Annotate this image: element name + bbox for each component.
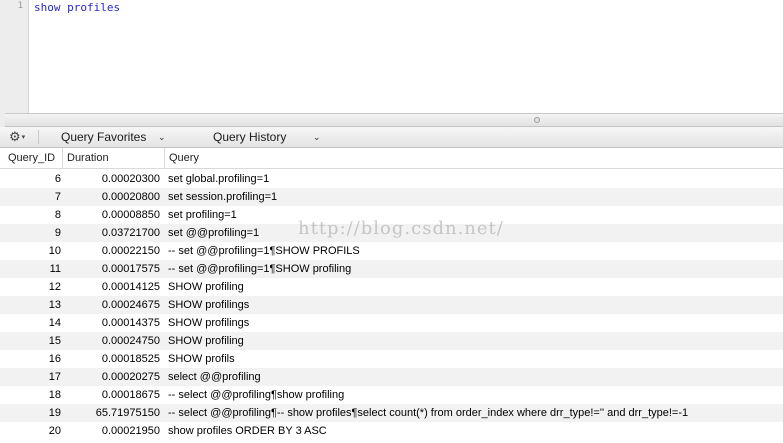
cell-query-id: 19: [48, 407, 61, 419]
cell-query-id: 18: [48, 389, 61, 401]
sql-code-line[interactable]: show profiles: [34, 1, 120, 14]
cell-duration: 0.00020800: [101, 191, 160, 203]
table-row[interactable]: 20 0.00021950 show profiles ORDER BY 3 ASC: [0, 422, 783, 440]
table-row[interactable]: 14 0.00014375 SHOW profilings: [0, 314, 783, 332]
table-row[interactable]: 11 0.00017575 -- set @@profiling=1¶SHOW pr…: [0, 260, 783, 278]
cell-duration: 0.00018525: [101, 353, 160, 365]
cell-duration: 0.00020275: [101, 371, 160, 383]
table-row[interactable]: 12 0.00014125 SHOW profiling: [0, 278, 783, 296]
line-number: 1: [17, 1, 23, 11]
query-history-button[interactable]: Query History: [213, 130, 286, 144]
cell-duration: 0.00014125: [101, 281, 160, 293]
line-number-gutter: 1: [0, 0, 29, 113]
cell-query-id: 8: [54, 209, 61, 221]
cell-query-id: 6: [54, 173, 61, 185]
gear-menu-button[interactable]: ⚙▾: [9, 129, 25, 145]
cell-query: SHOW profiling: [168, 335, 244, 347]
table-row[interactable]: 19 65.71975150 -- select @@profiling¶-- sh…: [0, 404, 783, 422]
cell-query-id: 20: [48, 425, 61, 437]
cell-query: select @@profiling: [168, 371, 261, 383]
cell-duration: 0.03721700: [101, 227, 160, 239]
cell-query: set session.profiling=1: [168, 191, 278, 203]
cell-query: SHOW profils: [168, 353, 235, 365]
cell-query: -- set @@profiling=1¶SHOW PROFILS: [168, 245, 360, 257]
gear-icon: ⚙: [9, 129, 21, 144]
table-row[interactable]: 6 0.00020300 set global.profiling=1: [0, 170, 783, 188]
column-header-query[interactable]: Query: [164, 148, 783, 168]
splitter-grip-icon[interactable]: [534, 117, 540, 123]
table-row[interactable]: 17 0.00020275 select @@profiling: [0, 368, 783, 386]
cell-query: SHOW profilings: [168, 299, 250, 311]
cell-query-id: 7: [54, 191, 61, 203]
cell-duration: 0.00024675: [101, 299, 160, 311]
table-row[interactable]: 13 0.00024675 SHOW profilings: [0, 296, 783, 314]
watermark-text: http://blog.csdn.net/: [298, 218, 504, 239]
cell-duration: 0.00018675: [101, 389, 160, 401]
sql-editor[interactable]: 1 show profiles: [0, 0, 783, 113]
cell-query: SHOW profilings: [168, 317, 250, 329]
table-row[interactable]: 18 0.00018675 -- select @@profiling¶show p…: [0, 386, 783, 404]
caret-down-icon: ▾: [21, 134, 26, 141]
cell-query-id: 11: [49, 263, 61, 275]
cell-query: show profiles ORDER BY 3 ASC: [168, 425, 327, 437]
cell-query: -- select @@profiling¶-- show profiles¶s…: [168, 407, 689, 419]
favorites-chevron-down-icon[interactable]: ⌄: [158, 130, 166, 144]
query-favorites-button[interactable]: Query Favorites: [61, 130, 146, 144]
column-header-query-id[interactable]: Query_ID: [4, 148, 62, 168]
cell-duration: 0.00008850: [101, 209, 160, 221]
table-row[interactable]: 7 0.00020800 set session.profiling=1: [0, 188, 783, 206]
cell-duration: 0.00014375: [101, 317, 160, 329]
toolbar-divider: [38, 130, 39, 144]
cell-duration: 0.00020300: [101, 173, 160, 185]
cell-query: SHOW profiling: [168, 281, 244, 293]
cell-query-id: 13: [48, 299, 61, 311]
table-row[interactable]: 10 0.00022150 -- set @@profiling=1¶SHOW PR…: [0, 242, 783, 260]
cell-query-id: 15: [48, 335, 61, 347]
table-row[interactable]: 16 0.00018525 SHOW profils: [0, 350, 783, 368]
history-chevron-down-icon[interactable]: ⌄: [313, 130, 321, 144]
cell-query-id: 12: [48, 281, 61, 293]
cell-duration: 0.00024750: [101, 335, 160, 347]
cell-query-id: 16: [48, 353, 61, 365]
results-header: Query_ID Duration Query: [0, 148, 783, 169]
cell-query-id: 14: [48, 317, 61, 329]
cell-duration: 0.00022150: [101, 245, 160, 257]
cell-duration: 0.00021950: [101, 425, 160, 437]
pane-splitter[interactable]: [5, 113, 783, 127]
cell-query-id: 10: [48, 245, 61, 257]
cell-query: set global.profiling=1: [168, 173, 270, 185]
cell-query: -- select @@profiling¶show profiling: [168, 389, 345, 401]
cell-query: -- set @@profiling=1¶SHOW profiling: [168, 263, 352, 275]
column-header-duration[interactable]: Duration: [62, 148, 164, 168]
cell-duration: 65.71975150: [95, 407, 160, 419]
cell-query-id: 17: [48, 371, 61, 383]
cell-query-id: 9: [54, 227, 61, 239]
results-table: 6 0.00020300 set global.profiling=1 7 0.0002…: [0, 170, 783, 440]
table-row[interactable]: 15 0.00024750 SHOW profiling: [0, 332, 783, 350]
cell-duration: 0.00017575: [101, 263, 160, 275]
query-toolbar: ⚙▾ Query Favorites ⌄ Query History ⌄: [0, 127, 783, 148]
